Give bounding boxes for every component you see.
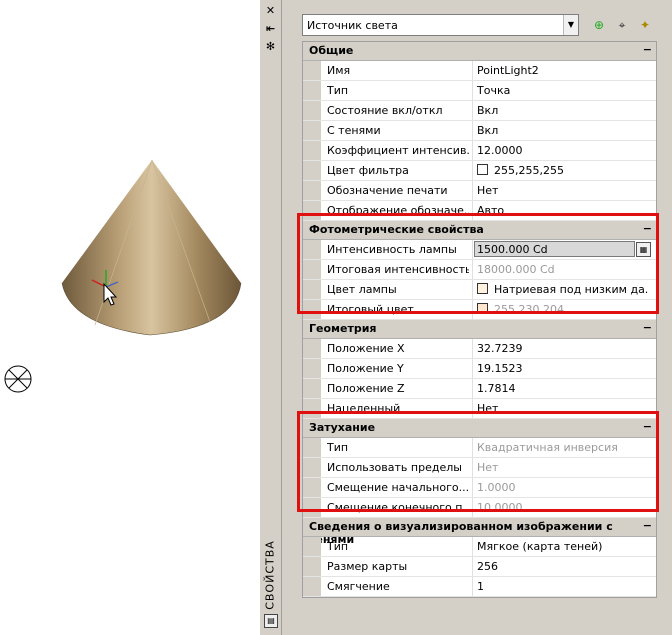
property-name: Состояние вкл/откл xyxy=(327,104,443,117)
property-name: Положение X xyxy=(327,342,405,355)
property-value[interactable]: 12.0000 xyxy=(477,144,649,157)
property-row[interactable]: Положение Y 19.1523 xyxy=(303,359,656,379)
category-header-geometry[interactable]: Геометрия − xyxy=(303,320,656,339)
property-row[interactable]: Цвет фильтра 255,255,255 xyxy=(303,161,656,181)
property-grid: Общие − Имя PointLight2 Тип Точка Состояни… xyxy=(302,41,657,598)
property-row[interactable]: Тип Точка xyxy=(303,81,656,101)
property-row[interactable]: Состояние вкл/откл Вкл xyxy=(303,101,656,121)
toggle-pickadd-icon[interactable]: ⊕ xyxy=(590,16,608,34)
palette-menu-icon[interactable]: ▤ xyxy=(264,614,278,628)
property-row[interactable]: Коэффициент интенсив... 12.0000 xyxy=(303,141,656,161)
property-row[interactable]: Смягчение 1 xyxy=(303,577,656,597)
quick-select-icon[interactable]: ✦ xyxy=(636,16,654,34)
property-row[interactable]: Положение Z 1.7814 xyxy=(303,379,656,399)
autohide-icon[interactable]: ⇤ xyxy=(264,22,277,35)
collapse-icon[interactable]: − xyxy=(643,321,652,334)
chevron-down-icon[interactable]: ▼ xyxy=(563,15,578,35)
collapse-icon[interactable]: − xyxy=(643,43,652,56)
property-row[interactable]: Тип Мягкое (карта теней) xyxy=(303,537,656,557)
object-type-select[interactable]: Источник света ▼ xyxy=(302,14,579,36)
property-name: Тип xyxy=(327,84,349,97)
cone-model[interactable] xyxy=(0,0,260,635)
property-name: Размер карты xyxy=(327,560,408,573)
property-name: Положение Y xyxy=(327,362,404,375)
property-value[interactable]: Вкл xyxy=(477,104,649,117)
property-name: С тенями xyxy=(327,124,381,137)
property-value[interactable]: 32.7239 xyxy=(477,342,649,355)
palette-toolbar: Источник света ▼ ⊕ ⌖ ✦ xyxy=(300,8,659,36)
palette-title: СВОЙСТВА xyxy=(263,540,277,610)
property-name: Цвет фильтра xyxy=(327,164,409,177)
category-header-general[interactable]: Общие − xyxy=(303,42,656,61)
property-value[interactable]: 1500.000 Cd xyxy=(477,243,649,256)
point-light-glyph-icon xyxy=(4,365,32,393)
category-title: Геометрия xyxy=(309,322,377,335)
settings-icon[interactable]: ✻ xyxy=(264,40,277,53)
property-row[interactable]: Положение X 32.7239 xyxy=(303,339,656,359)
collapse-icon[interactable]: − xyxy=(643,519,652,532)
select-objects-icon[interactable]: ⌖ xyxy=(613,16,631,34)
property-value[interactable]: PointLight2 xyxy=(477,64,649,77)
palette-content: Источник света ▼ ⊕ ⌖ ✦ Общие − Имя PointL… xyxy=(297,8,659,628)
property-row[interactable]: Обозначение печати Нет xyxy=(303,181,656,201)
property-name: Имя xyxy=(327,64,351,77)
property-row[interactable]: Размер карты 256 xyxy=(303,557,656,577)
drawing-viewport[interactable] xyxy=(0,0,260,635)
property-value[interactable]: Вкл xyxy=(477,124,649,137)
property-value[interactable]: Мягкое (карта теней) xyxy=(477,540,649,553)
color-swatch-icon xyxy=(477,164,488,175)
property-value[interactable]: 1.7814 xyxy=(477,382,649,395)
property-value[interactable]: 256 xyxy=(477,560,649,573)
property-name: Положение Z xyxy=(327,382,405,395)
property-name: Обозначение печати xyxy=(327,184,448,197)
property-name: Тип xyxy=(327,540,349,553)
category-header-shadow-details[interactable]: Сведения о визуализированном изображении… xyxy=(303,518,656,546)
close-icon[interactable]: ✕ xyxy=(264,4,277,17)
category-title: Общие xyxy=(309,44,354,57)
palette-title-strip[interactable]: ✕ ⇤ ✻ СВОЙСТВА ▤ xyxy=(260,0,282,635)
property-row[interactable]: Имя PointLight2 xyxy=(303,61,656,81)
highlight-frame-attenuation xyxy=(297,411,659,512)
property-row[interactable]: С тенями Вкл xyxy=(303,121,656,141)
properties-palette: ✕ ⇤ ✻ СВОЙСТВА ▤ Источник света ▼ ⊕ ⌖ ✦ … xyxy=(260,0,672,635)
highlight-frame-photometric xyxy=(297,213,659,314)
object-type-value: Источник света xyxy=(307,19,398,32)
property-value[interactable]: Точка xyxy=(477,84,649,97)
property-value[interactable]: 19.1523 xyxy=(477,362,649,375)
property-name: Коэффициент интенсив... xyxy=(327,144,469,157)
property-value[interactable]: 1 xyxy=(477,580,649,593)
property-value[interactable]: Нет xyxy=(477,184,649,197)
property-value[interactable]: 255,255,255 xyxy=(494,164,564,177)
property-name: Смягчение xyxy=(327,580,390,593)
